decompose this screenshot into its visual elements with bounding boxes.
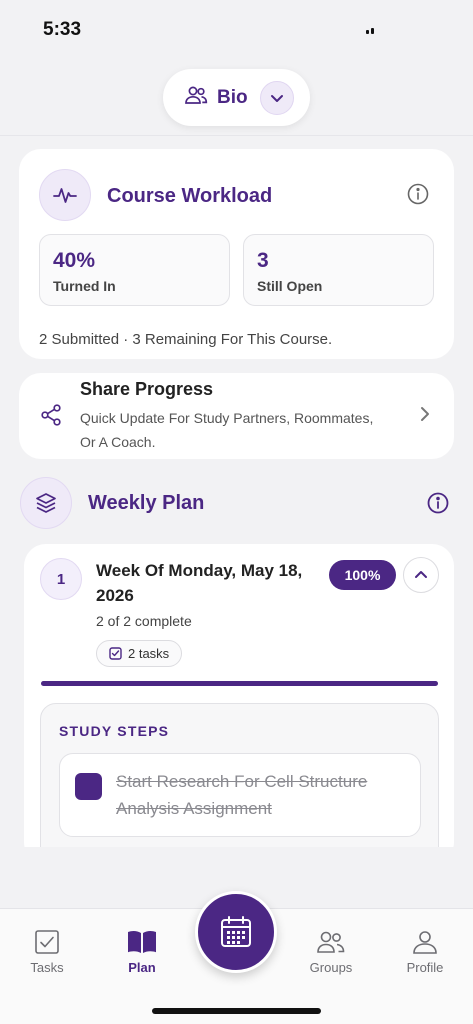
calendar-icon xyxy=(221,916,251,947)
course-workload-card: Course Workload 40% Turned In 3 Still Op… xyxy=(19,149,454,359)
main-scroll[interactable]: Course Workload 40% Turned In 3 Still Op… xyxy=(0,137,473,847)
info-icon[interactable] xyxy=(427,492,449,514)
completion-badge: 100% xyxy=(329,560,396,590)
study-steps-heading: STUDY STEPS xyxy=(59,723,170,739)
tab-tasks[interactable]: Tasks xyxy=(7,929,87,975)
tab-label: Profile xyxy=(406,960,444,975)
week-subtitle: 2 of 2 complete xyxy=(96,613,192,629)
week-card: 1 Week Of Monday, May 18, 2026 100% 2 of… xyxy=(24,544,454,847)
share-progress-card[interactable]: Share Progress Quick Update For Study Pa… xyxy=(19,373,454,459)
study-steps-section: STUDY STEPS Start Research For Cell Stru… xyxy=(40,703,439,847)
signal-icon xyxy=(366,28,374,34)
collapse-button[interactable] xyxy=(403,557,439,593)
calendar-fab-button[interactable] xyxy=(195,891,277,973)
share-description: Quick Update For Study Partners, Roommat… xyxy=(80,410,374,450)
status-time: 5:33 xyxy=(43,19,82,40)
chevron-right-icon xyxy=(420,406,430,427)
week-progress-bar xyxy=(41,681,438,686)
book-icon xyxy=(128,930,156,953)
chevron-down-icon[interactable] xyxy=(259,80,294,115)
weekly-plan-title: Weekly Plan xyxy=(88,492,205,514)
stat-label: Still Open xyxy=(257,278,323,294)
chevron-up-icon xyxy=(415,571,427,578)
activity-pulse-icon xyxy=(39,169,91,221)
step-text: Start Research For Cell Structure Analys… xyxy=(116,772,368,818)
stat-value: 40% xyxy=(53,249,96,272)
profile-icon xyxy=(413,931,437,954)
subject-selector[interactable]: Bio xyxy=(163,69,310,126)
layers-icon xyxy=(20,477,72,529)
tab-plan[interactable]: Plan xyxy=(102,929,182,975)
home-indicator xyxy=(152,1008,321,1014)
workload-summary: 2 Submitted · 3 Remaining For This Cours… xyxy=(39,331,333,348)
workload-title: Course Workload xyxy=(107,185,273,207)
week-title: Week Of Monday, May 18, 2026 xyxy=(96,561,303,605)
share-title: Share Progress xyxy=(80,379,214,399)
week-progress-fill xyxy=(41,681,438,686)
tab-profile[interactable]: Profile xyxy=(385,929,465,975)
people-icon xyxy=(184,85,208,110)
groups-icon xyxy=(317,931,345,953)
tasks-chip: 2 tasks xyxy=(96,640,183,667)
tab-label: Groups xyxy=(309,960,353,975)
tab-label: Plan xyxy=(128,960,156,975)
info-icon[interactable] xyxy=(407,183,429,205)
checkbox-icon xyxy=(109,647,122,660)
tasks-chip-label: 2 tasks xyxy=(128,646,170,661)
week-number: 1 xyxy=(40,558,82,600)
stat-turned-in: 40% Turned In xyxy=(39,234,230,306)
checkbox-icon xyxy=(35,930,59,954)
step-item[interactable]: Start Research For Cell Structure Analys… xyxy=(59,753,421,837)
status-bar: 5:33 xyxy=(0,0,473,56)
header: Bio xyxy=(0,56,473,136)
subject-label: Bio xyxy=(217,86,248,108)
tab-label: Tasks xyxy=(30,960,64,975)
share-icon xyxy=(39,403,63,432)
step-checkbox[interactable] xyxy=(75,773,102,800)
stat-label: Turned In xyxy=(53,278,116,294)
tab-groups[interactable]: Groups xyxy=(291,929,371,975)
stat-still-open: 3 Still Open xyxy=(243,234,434,306)
stat-value: 3 xyxy=(257,249,269,272)
